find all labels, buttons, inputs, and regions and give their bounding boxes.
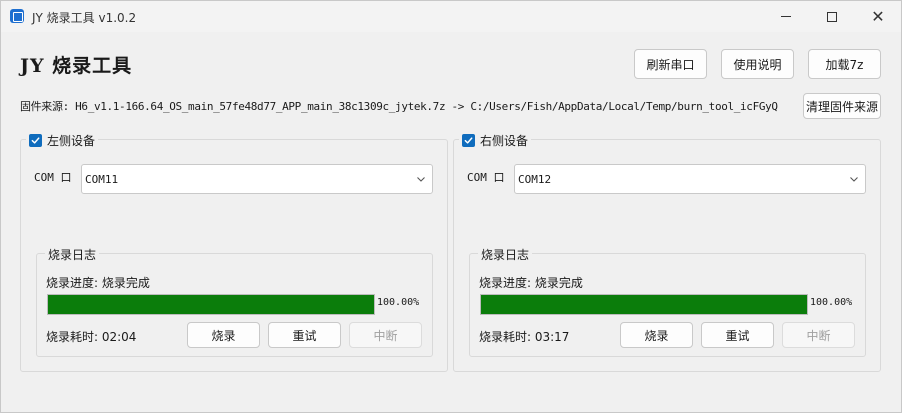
page-title: JY 烧录工具: [20, 55, 133, 77]
maximize-button[interactable]: [809, 1, 855, 32]
right-progress-label: 烧录进度: 烧录完成: [479, 276, 583, 290]
close-icon: ✕: [871, 6, 885, 26]
left-progress-fill: [48, 295, 374, 314]
minimize-button[interactable]: [763, 1, 809, 32]
left-device-header[interactable]: 左侧设备: [26, 132, 99, 149]
title-bar[interactable]: JY 烧录工具 v1.0.2 ✕: [1, 1, 901, 32]
left-progress-bar: [47, 294, 375, 315]
left-progress-label: 烧录进度: 烧录完成: [46, 276, 150, 290]
close-button[interactable]: ✕: [855, 1, 901, 32]
right-device-header[interactable]: 右侧设备: [459, 132, 532, 149]
right-progress-bar: [480, 294, 808, 315]
chevron-down-icon: [417, 177, 425, 182]
left-com-value: COM11: [85, 172, 119, 186]
left-retry-button[interactable]: 重试: [268, 322, 341, 348]
app-window: JY 烧录工具 v1.0.2 ✕ JY 烧录工具 刷新串口 使用说明 加载7z …: [0, 0, 902, 413]
right-burn-log: 烧录日志 烧录进度: 烧录完成 100.00% 烧录耗时: 03:17 烧录 重…: [469, 246, 866, 357]
right-retry-button[interactable]: 重试: [701, 322, 774, 348]
left-com-select[interactable]: COM11: [81, 164, 433, 194]
load-7z-button[interactable]: 加载7z: [808, 49, 881, 79]
right-log-title: 烧录日志: [478, 246, 533, 263]
right-progress-fill: [481, 295, 807, 314]
help-button[interactable]: 使用说明: [721, 49, 794, 79]
right-com-select[interactable]: COM12: [514, 164, 866, 194]
left-device-panel: 左侧设备 COM 口 COM11 烧录日志 烧录进度: 烧录完成 100.00%…: [20, 132, 448, 372]
right-elapsed-time: 烧录耗时: 03:17: [479, 330, 570, 344]
left-log-title: 烧录日志: [45, 246, 100, 263]
right-device-title: 右侧设备: [480, 134, 529, 148]
left-device-checkbox[interactable]: [29, 134, 42, 147]
left-device-title: 左侧设备: [47, 134, 96, 148]
window-title: JY 烧录工具 v1.0.2: [32, 11, 137, 25]
right-com-label: COM 口: [467, 171, 505, 184]
left-stop-button[interactable]: 中断: [349, 322, 422, 348]
right-burn-button[interactable]: 烧录: [620, 322, 693, 348]
app-icon: [10, 9, 24, 23]
clear-firmware-source-button[interactable]: 清理固件来源: [803, 93, 881, 119]
left-burn-button[interactable]: 烧录: [187, 322, 260, 348]
right-device-panel: 右侧设备 COM 口 COM12 烧录日志 烧录进度: 烧录完成 100.00%…: [453, 132, 881, 372]
checkbox-checked-icon: [464, 137, 473, 144]
right-com-value: COM12: [518, 172, 552, 186]
left-com-label: COM 口: [34, 171, 72, 184]
refresh-ports-button[interactable]: 刷新串口: [634, 49, 707, 79]
chevron-down-icon: [850, 177, 858, 182]
left-elapsed-time: 烧录耗时: 02:04: [46, 330, 137, 344]
right-progress-percent: 100.00%: [810, 297, 853, 308]
right-stop-button[interactable]: 中断: [782, 322, 855, 348]
checkbox-checked-icon: [31, 137, 40, 144]
minimize-icon: [781, 16, 791, 17]
left-burn-log: 烧录日志 烧录进度: 烧录完成 100.00% 烧录耗时: 02:04 烧录 重…: [36, 246, 433, 357]
firmware-source-label: 固件来源: H6_v1.1-166.64_OS_main_57fe48d77_A…: [20, 100, 778, 113]
maximize-icon: [827, 11, 837, 22]
right-device-checkbox[interactable]: [462, 134, 475, 147]
left-progress-percent: 100.00%: [377, 297, 420, 308]
